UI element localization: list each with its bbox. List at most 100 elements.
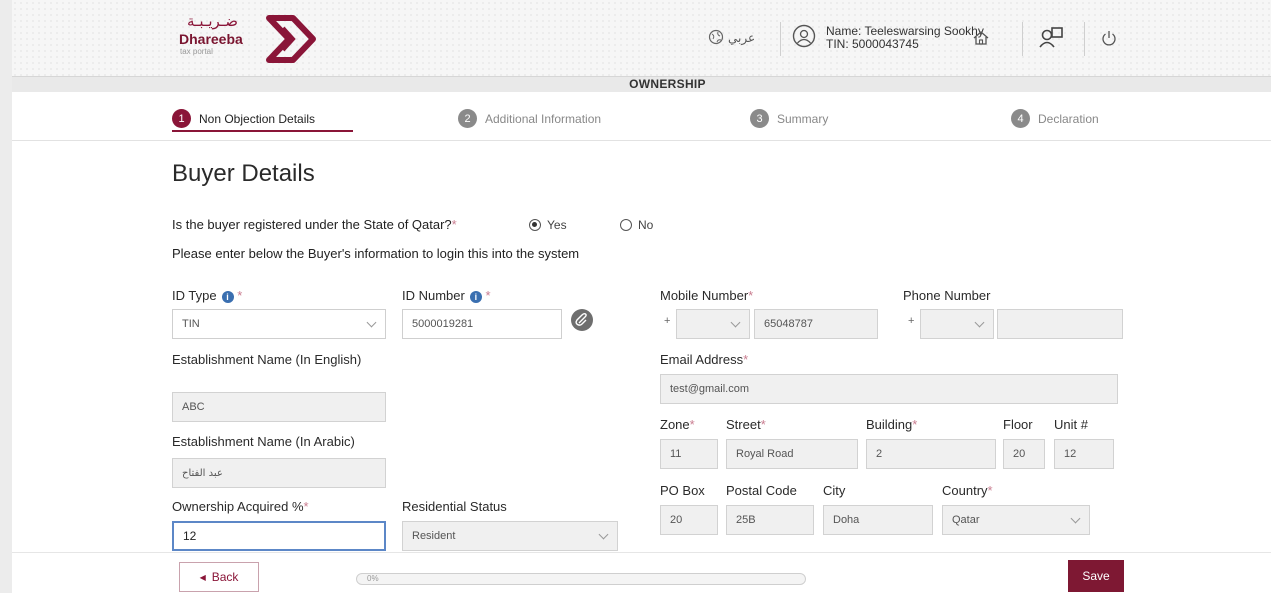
mobile-label: Mobile Number* <box>660 288 753 303</box>
radio-yes-label: Yes <box>547 218 567 232</box>
city-input[interactable]: Doha <box>823 505 933 535</box>
required-marker: * <box>987 483 993 498</box>
header-divider <box>1022 22 1023 56</box>
pobox-value: 20 <box>670 514 683 526</box>
instruction-text: Please enter below the Buyer's informati… <box>172 246 580 261</box>
postal-code-input[interactable]: 25B <box>726 505 814 535</box>
back-button[interactable]: ◀ Back <box>179 562 259 592</box>
progress-text: 0% <box>367 574 379 583</box>
language-label: عربي <box>728 31 756 45</box>
user-tin: TIN: 5000043745 <box>826 37 919 51</box>
mobile-label-text: Mobile Number <box>660 288 749 303</box>
logout-button[interactable] <box>1100 22 1118 54</box>
chevron-down-icon <box>1070 513 1081 524</box>
required-marker: * <box>689 417 695 432</box>
email-input[interactable]: test@gmail.com <box>660 374 1118 404</box>
logo-arabic-text: ضـريـبـة <box>187 12 238 30</box>
mobile-value: 65048787 <box>764 318 813 330</box>
ownership-input[interactable]: 12 <box>172 521 386 551</box>
footer: ◀ Back 0% Save <box>12 552 1271 593</box>
info-icon[interactable]: i <box>469 291 482 303</box>
radio-selected-icon <box>529 219 541 231</box>
logo-mark-icon <box>266 15 316 63</box>
dhareeba-logo[interactable]: ضـريـبـة Dhareeba tax portal <box>175 12 335 66</box>
section-title: Buyer Details <box>172 160 315 187</box>
active-step-underline <box>172 130 353 132</box>
postal-code-label: Postal Code <box>726 483 797 498</box>
id-number-input[interactable]: 5000019281 <box>402 309 562 339</box>
building-label: Building* <box>866 417 917 432</box>
step-number: 3 <box>750 109 769 128</box>
user-info[interactable]: Name: Teeleswarsing Sookhy TIN: 50000437… <box>792 22 984 54</box>
paperclip-icon <box>575 312 587 326</box>
building-label-text: Building <box>866 417 913 432</box>
id-type-select[interactable]: TIN <box>172 309 386 339</box>
residential-select[interactable]: Resident <box>402 521 618 551</box>
back-label: Back <box>211 570 239 584</box>
est-name-ar-input[interactable]: عبد الفتاح <box>172 458 386 488</box>
unit-label: Unit # <box>1054 417 1088 432</box>
ownership-value: 12 <box>183 529 197 543</box>
floor-label: Floor <box>1003 417 1033 432</box>
page: ضـريـبـة Dhareeba tax portal عربي Name: … <box>12 0 1271 593</box>
user-text: Name: Teeleswarsing Sookhy TIN: 50000437… <box>826 25 984 51</box>
required-marker: * <box>760 417 766 432</box>
building-input[interactable]: 2 <box>866 439 996 469</box>
residential-value: Resident <box>412 530 456 542</box>
home-button[interactable] <box>972 22 990 54</box>
question-text: Is the buyer registered under the State … <box>172 217 452 232</box>
attachment-button[interactable] <box>571 309 593 331</box>
info-icon[interactable]: i <box>221 291 234 303</box>
required-marker: * <box>912 417 918 432</box>
step-number: 2 <box>458 109 477 128</box>
chevron-down-icon <box>366 317 377 328</box>
radio-no[interactable]: No <box>620 218 653 232</box>
globe-icon <box>708 29 724 48</box>
save-button[interactable]: Save <box>1068 560 1124 592</box>
id-type-label: ID Type i * <box>172 288 242 303</box>
step-label: Non Objection Details <box>199 111 316 126</box>
power-icon <box>1102 31 1116 46</box>
step-label: Declaration <box>1038 111 1099 126</box>
country-label: Country* <box>942 483 993 498</box>
required-marker: * <box>451 217 457 232</box>
step-declaration[interactable]: 4 Declaration <box>1011 109 1099 128</box>
phone-country-code-select[interactable] <box>920 309 994 339</box>
unit-value: 12 <box>1064 448 1077 460</box>
profile-switch-button[interactable] <box>1038 22 1064 54</box>
street-input[interactable]: Royal Road <box>726 439 858 469</box>
header-divider <box>780 22 781 56</box>
id-type-value: TIN <box>182 318 200 330</box>
country-value: Qatar <box>952 514 980 526</box>
pobox-input[interactable]: 20 <box>660 505 718 535</box>
zone-input[interactable]: 11 <box>660 439 718 469</box>
floor-input[interactable]: 20 <box>1003 439 1045 469</box>
step-summary[interactable]: 3 Summary <box>750 109 828 128</box>
mobile-number-input[interactable]: 65048787 <box>754 309 878 339</box>
phone-label: Phone Number <box>903 288 991 303</box>
progress-bar: 0% <box>356 573 806 585</box>
est-name-en-input[interactable]: ABC <box>172 392 386 422</box>
zone-label-text: Zone <box>660 417 690 432</box>
mobile-country-code-select[interactable] <box>676 309 750 339</box>
stepper: 1 Non Objection Details 2 Additional Inf… <box>12 97 1271 141</box>
radio-no-label: No <box>638 218 654 232</box>
language-switch[interactable]: عربي <box>708 22 755 54</box>
step-non-objection[interactable]: 1 Non Objection Details <box>172 109 315 128</box>
title-wrap: OWNERSHIP <box>12 77 1271 91</box>
radio-yes[interactable]: Yes <box>529 218 567 232</box>
required-marker: * <box>303 499 309 514</box>
est-name-ar-label: Establishment Name (In Arabic) <box>172 434 355 449</box>
step-additional-information[interactable]: 2 Additional Information <box>458 109 601 128</box>
unit-input[interactable]: 12 <box>1054 439 1114 469</box>
zone-value: 11 <box>670 448 682 460</box>
header-divider <box>1084 22 1085 56</box>
step-number: 4 <box>1011 109 1030 128</box>
save-label: Save <box>1082 569 1110 583</box>
residential-label: Residential Status <box>402 499 507 514</box>
postal-code-value: 25B <box>736 514 756 526</box>
phone-number-input[interactable] <box>997 309 1123 339</box>
mobile-plus: + <box>664 315 671 327</box>
building-value: 2 <box>876 448 883 460</box>
country-select[interactable]: Qatar <box>942 505 1090 535</box>
